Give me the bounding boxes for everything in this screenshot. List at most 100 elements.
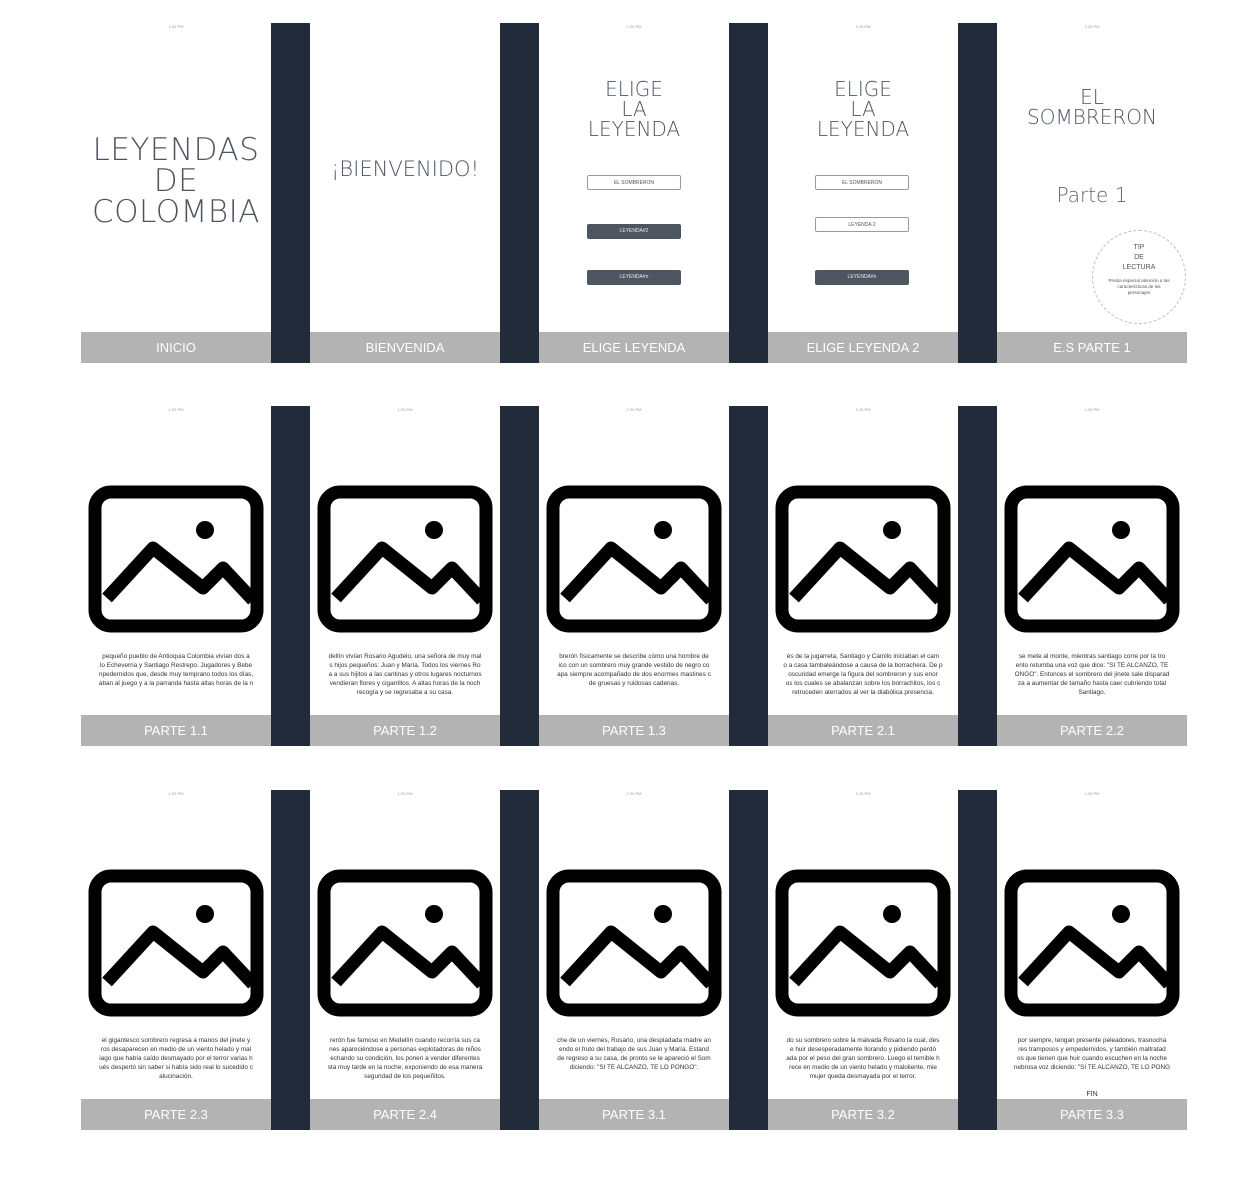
status-time: 1:20 PM <box>168 791 184 796</box>
leyenda-n-button[interactable]: LEYENDA#n <box>587 270 681 285</box>
image-placeholder-icon <box>87 868 265 1018</box>
story-line: ico con un sombrero muy grande vestido d… <box>558 662 710 669</box>
separator <box>958 23 997 363</box>
story-line: Santiago. <box>1078 689 1106 696</box>
story-text: és de la jugarreta, Santiago y Camilo in… <box>768 652 958 697</box>
story-line: nes apareciéndose a personas explotadora… <box>329 1046 481 1053</box>
title-line: SOMBRERON <box>1027 105 1157 129</box>
status-time: 1:20 PM <box>397 407 413 412</box>
separator <box>729 406 768 746</box>
story-line: por siempre, tengan presente peleadores,… <box>1017 1037 1167 1044</box>
image-placeholder-icon <box>87 484 265 634</box>
story-line: dellín vivían Rosario Agudelo, una señor… <box>328 653 482 660</box>
story-text: dellín vivían Rosario Agudelo, una señor… <box>310 652 500 697</box>
reading-tip: TIP DE LECTURA Presta especial atención … <box>1092 230 1186 324</box>
tip-title-line: LECTURA <box>1122 264 1156 271</box>
story-text: el gigantesco sombrero regresa a manos d… <box>81 1036 271 1081</box>
status-time: 1:20 PM <box>855 791 871 796</box>
sombreron-button[interactable]: EL SOMBRERON <box>587 175 681 190</box>
title-line: DE <box>153 163 199 199</box>
legend-title: EL SOMBRERON <box>997 87 1187 127</box>
screen-label: ELIGE LEYENDA 2 <box>768 332 958 363</box>
story-line: recogía y se regresaba a su casa. <box>356 689 454 696</box>
screen-label: ELIGE LEYENDA <box>539 332 729 363</box>
screen-parte-1-2[interactable]: 1:20 PM dellín vivían Rosario Agudelo, un… <box>310 406 500 746</box>
story-line: endo el fruto del trabajo de sus Juan y … <box>559 1046 709 1053</box>
screen-parte-2-3[interactable]: 1:20 PM el gigantesco sombrero regresa a … <box>81 790 271 1130</box>
story-line: ros desaparecen en medio de un viento he… <box>100 1046 252 1053</box>
screen-label: PARTE 3.2 <box>768 1099 958 1130</box>
screen-label: INICIO <box>81 332 271 363</box>
screen-parte-1-1[interactable]: 1:20 PM pequeño pueblo de Antioquia Colom… <box>81 406 271 746</box>
status-time: 1:20 PM <box>626 24 642 29</box>
leyenda-2-button[interactable]: LEYENDA 2 <box>815 217 909 232</box>
story-line: npedernidos que, desde muy temprano todo… <box>98 671 254 678</box>
fin-text: FIN <box>1086 1091 1098 1098</box>
separator <box>500 406 539 746</box>
screen-parte-1-3[interactable]: 1:20 PM brerón físicamente se describe có… <box>539 406 729 746</box>
screen-parte-3-1[interactable]: 1:20 PM che de un viernes, Rosario, una d… <box>539 790 729 1130</box>
status-time: 1:20 PM <box>1084 407 1100 412</box>
image-placeholder-icon <box>316 484 494 634</box>
status-time: 1:20 PM <box>1084 24 1100 29</box>
story-line: sta muy tarde en la noche; exponiendo de… <box>327 1064 483 1071</box>
separator <box>271 23 310 363</box>
status-time: 1:20 PM <box>1084 791 1100 796</box>
story-line: retroceden aterrados al ver la diabólica… <box>792 689 934 696</box>
sombreron-button[interactable]: EL SOMBRERON <box>815 175 909 190</box>
story-line: ada por el peso del gran sombrero. Luego… <box>786 1055 940 1062</box>
status-time: 1:20 PM <box>855 407 871 412</box>
screen-parte-3-3[interactable]: 1:20 PM por siempre, tengan presente pele… <box>997 790 1187 1130</box>
story-text: che de un viernes, Rosario, una despiada… <box>539 1036 729 1072</box>
story-line: lo Echeverria y Santiago Restrepo. Jugad… <box>99 662 253 669</box>
choose-title: ELIGE LA LEYENDA <box>539 79 729 139</box>
status-time: 1:20 PM <box>168 24 184 29</box>
story-line: che de un viernes, Rosario, una despiada… <box>557 1037 711 1044</box>
story-line: aban al juego y a la parranda hasta alta… <box>98 680 254 687</box>
image-placeholder-icon <box>316 868 494 1018</box>
screen-inicio[interactable]: 1:20 PM LEYENDAS DE COLOMBIA INICIO <box>81 23 271 363</box>
story-line: ONGO". Entonces el sombrero del jinete s… <box>1014 671 1170 678</box>
image-placeholder-icon <box>774 868 952 1018</box>
story-line: el gigantesco sombrero regresa a manos d… <box>101 1037 251 1044</box>
story-line: res tramposos y empedernidos, y también … <box>1018 1046 1166 1053</box>
separator <box>500 23 539 363</box>
screen-elige-leyenda-2[interactable]: 1:20 PM ELIGE LA LEYENDA EL SOMBRERON LE… <box>768 23 958 363</box>
image-placeholder-icon <box>1003 484 1181 634</box>
tip-title-line: DE <box>1134 254 1144 261</box>
title-line: ELIGE <box>834 77 892 101</box>
story-line: rece en medio de un viento helado y malo… <box>789 1064 937 1071</box>
story-text: brerón físicamente se describe cómo una … <box>539 652 729 688</box>
story-line: vendieran flores y cigarrillos. A altas … <box>329 680 481 687</box>
screen-label: PARTE 2.4 <box>310 1099 500 1130</box>
screen-bienvenida[interactable]: ¡BIENVENIDO! BIENVENIDA <box>310 23 500 363</box>
screen-label: BIENVENIDA <box>310 332 500 363</box>
tip-title-line: TIP <box>1133 244 1145 251</box>
screen-label: PARTE 1.1 <box>81 715 271 746</box>
screen-parte-2-1[interactable]: 1:20 PM és de la jugarreta, Santiago y Ca… <box>768 406 958 746</box>
screen-elige-leyenda[interactable]: 1:20 PM ELIGE LA LEYENDA EL SOMBRERON LE… <box>539 23 729 363</box>
separator <box>271 790 310 1130</box>
screen-label: PARTE 2.2 <box>997 715 1187 746</box>
screen-es-parte-1[interactable]: 1:20 PM EL SOMBRERON Parte 1 TIP DE LECT… <box>997 23 1187 363</box>
screen-parte-2-2[interactable]: 1:20 PM se mete al monte, mientras santia… <box>997 406 1187 746</box>
title-line: EL <box>1080 85 1104 109</box>
story-line: mujer queda desmayada por el terror. <box>809 1073 917 1080</box>
leyenda-n-button[interactable]: LEYENDA#n <box>815 270 909 285</box>
story-line: apa siempre acompañado de dos enormes ma… <box>557 671 711 678</box>
story-text: do su sombrero sobre la malvada Rosario … <box>768 1036 958 1081</box>
story-line: seguridad de los pequeñitos. <box>364 1073 446 1080</box>
separator <box>271 406 310 746</box>
screen-parte-2-4[interactable]: 1:20 PM rerón fue famoso en Medellín cuan… <box>310 790 500 1130</box>
leyenda-2-button[interactable]: LEYENDA#2 <box>587 224 681 239</box>
story-line: s hijos pequeños: Juan y María. Todos lo… <box>329 662 481 669</box>
screen-label: PARTE 1.3 <box>539 715 729 746</box>
story-line: os los cuales se abalanzan sobre los bor… <box>785 680 941 687</box>
story-text: pequeño pueblo de Antioquia Colombia viv… <box>81 652 271 688</box>
story-line: rerón fue famoso en Medellín cuando reco… <box>330 1037 480 1044</box>
screen-label: PARTE 2.1 <box>768 715 958 746</box>
screen-parte-3-2[interactable]: 1:20 PM do su sombrero sobre la malvada R… <box>768 790 958 1130</box>
story-line: brerón físicamente se describe cómo una … <box>559 653 709 660</box>
story-line: a a sus hijitos a las cantinas y otros l… <box>328 671 482 678</box>
title-line: LEYENDA <box>587 117 681 141</box>
